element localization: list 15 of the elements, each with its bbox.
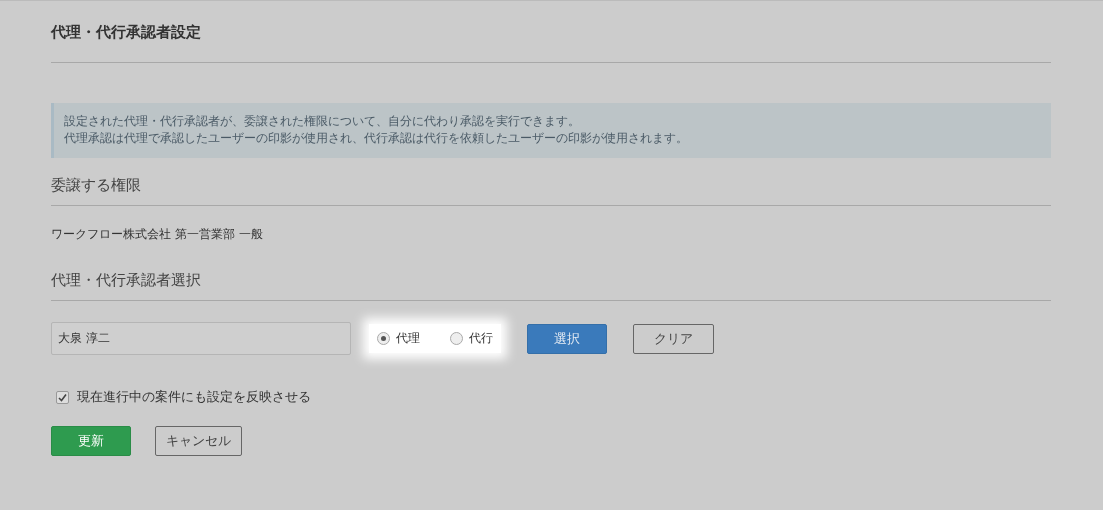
clear-button[interactable]: クリア	[633, 323, 714, 354]
mode-radio[interactable]: 代行	[450, 330, 493, 347]
checkmark-icon	[58, 392, 67, 402]
approver-field[interactable]: 大泉 淳二	[51, 322, 351, 355]
section-heading: 委譲する権限	[51, 176, 142, 196]
update-button[interactable]: 更新	[51, 426, 131, 456]
select-button[interactable]: 選択	[527, 323, 607, 354]
reflect-checkbox[interactable]: 現在進行中の案件にも設定を反映させる	[56, 388, 1051, 406]
cancel-button[interactable]: キャンセル	[155, 426, 242, 456]
section-heading: 代理・代行承認者選択	[51, 271, 202, 291]
mode-radio[interactable]: 代理	[377, 330, 420, 347]
info-text: 設定された代理・代行承認者が、委譲された権限について、自分に代わり承認を実行できます。	[64, 113, 581, 130]
page-title: 代理・代行承認者設定	[51, 22, 202, 43]
info-text: 代理承認は代理で承認したユーザーの印影が使用され、代行承認は代行を依頼したユーザーの印影が使用されます。	[64, 130, 689, 147]
delegated-authority: ワークフロー株式会社 第一営業部 一般	[51, 226, 264, 243]
